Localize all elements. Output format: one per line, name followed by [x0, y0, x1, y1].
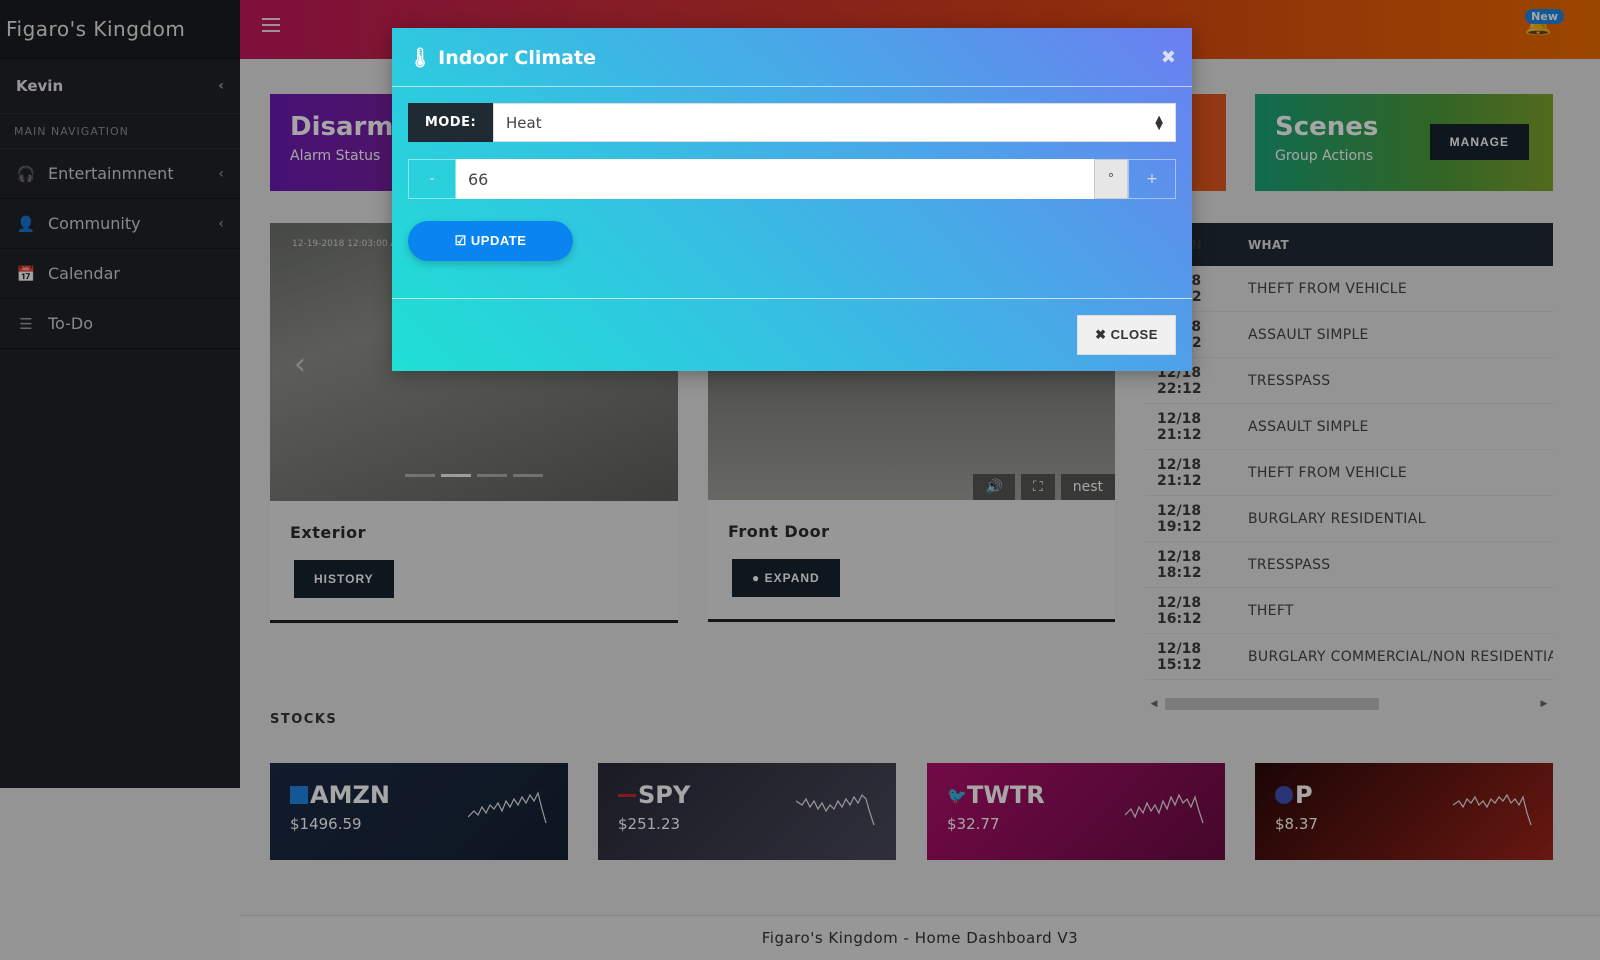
mode-select[interactable]: Heat ▲ ▼ [493, 103, 1176, 142]
indoor-climate-modal: 🌡 Indoor Climate ✖ MODE: Heat ▲ ▼ - 66 ° +… [392, 28, 1192, 371]
modal-body: MODE: Heat ▲ ▼ - 66 ° + ☑ UPDATE [392, 87, 1192, 299]
modal-title-text: Indoor Climate [438, 46, 596, 69]
close-icon: ✖ [1095, 326, 1107, 342]
modal-footer: ✖ CLOSE [392, 299, 1192, 370]
update-button-label: UPDATE [470, 233, 527, 248]
mode-selector: MODE: Heat ▲ ▼ [408, 103, 1176, 142]
mode-value: Heat [506, 113, 542, 132]
check-square-icon: ☑ [454, 233, 467, 248]
mode-label: MODE: [408, 103, 493, 142]
modal-header: 🌡 Indoor Climate ✖ [392, 28, 1192, 87]
close-button-label: CLOSE [1110, 326, 1158, 342]
thermometer-icon: 🌡 [408, 46, 433, 69]
decrease-temperature-button[interactable]: - [408, 159, 456, 199]
select-arrows-icon: ▲ ▼ [1155, 113, 1163, 132]
temperature-input[interactable]: 66 [456, 159, 1094, 199]
temperature-stepper: - 66 ° + [408, 159, 1176, 199]
increase-temperature-button[interactable]: + [1128, 159, 1176, 199]
temperature-unit: ° [1094, 159, 1128, 199]
modal-title: 🌡 Indoor Climate [408, 46, 1161, 69]
update-button[interactable]: ☑ UPDATE [408, 221, 573, 261]
close-button[interactable]: ✖ CLOSE [1077, 314, 1176, 355]
close-icon[interactable]: ✖ [1161, 47, 1176, 68]
